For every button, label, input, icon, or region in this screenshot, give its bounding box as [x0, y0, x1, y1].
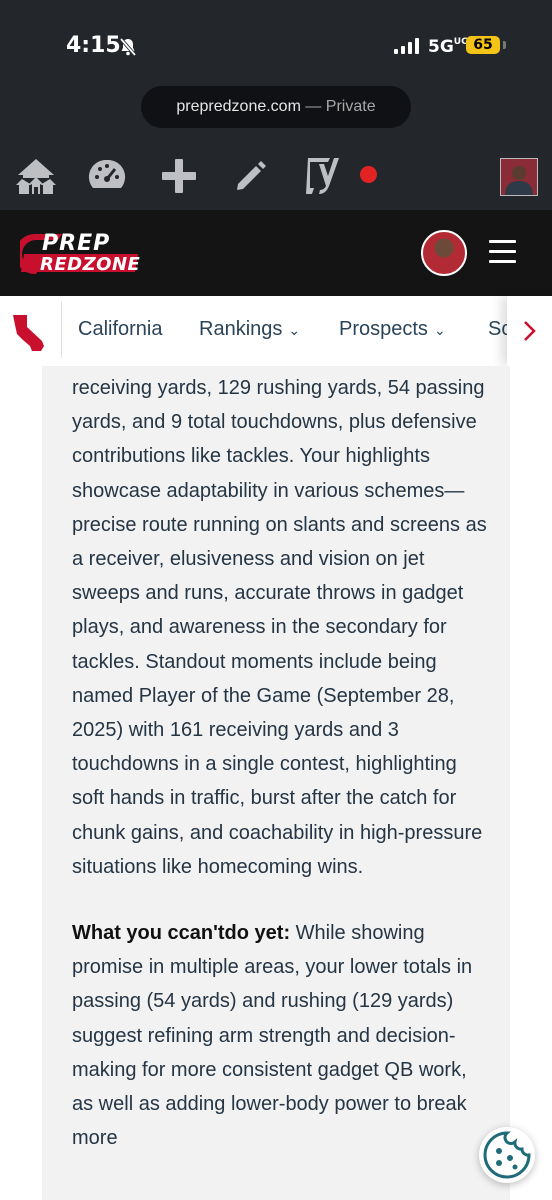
nav-item-truncated[interactable]: Sc: [488, 318, 507, 341]
cellular-signal-icon: [394, 38, 419, 54]
address-bar[interactable]: prepredzone.com — Private: [141, 86, 411, 128]
logo-redzone-text: REDZONE: [40, 254, 141, 275]
admin-toolbar: [0, 140, 552, 210]
hamburger-menu-icon[interactable]: [489, 240, 516, 270]
network-type: 5GUC: [428, 37, 468, 57]
yoast-icon[interactable]: [302, 156, 340, 196]
pencil-icon[interactable]: [234, 160, 266, 192]
chevron-down-icon: ⌄: [433, 322, 446, 338]
status-time: 4:15: [66, 33, 121, 58]
nav-item-rankings[interactable]: Rankings ⌄: [199, 318, 300, 341]
nav-item-california[interactable]: California: [78, 318, 162, 341]
admin-avatar[interactable]: [500, 158, 538, 196]
article-paragraph: receiving yards, 129 rushing yards, 54 p…: [72, 377, 487, 878]
battery-cap: [503, 41, 506, 49]
dashboard-gauge-icon[interactable]: [88, 158, 126, 192]
nav-item-prospects[interactable]: Prospects ⌄: [339, 318, 446, 341]
plus-icon[interactable]: [161, 158, 197, 194]
article-body: receiving yards, 129 rushing yards, 54 p…: [72, 371, 492, 1155]
chevron-down-icon: ⌄: [288, 322, 301, 338]
chevron-right-icon: [524, 321, 536, 341]
logo-prep-text: PREP: [42, 231, 111, 256]
california-map-icon[interactable]: [10, 313, 50, 353]
nav-divider: [61, 302, 62, 358]
url-text: prepredzone.com: [176, 98, 301, 115]
site-logo[interactable]: PREP REDZONE: [14, 231, 144, 281]
cookie-icon: [483, 1131, 531, 1179]
section-heading: What you ccan'tdo yet:: [72, 922, 291, 945]
nav-scroll-right-button[interactable]: [507, 296, 552, 366]
profile-avatar-button[interactable]: [421, 230, 467, 276]
private-mode-label: — Private: [305, 98, 376, 115]
seo-status-dot: [360, 166, 377, 183]
battery-indicator: 65: [466, 36, 500, 54]
section-body: While showing promise in multiple areas,…: [72, 922, 473, 1150]
user-avatar-icon: [501, 159, 537, 195]
cookie-settings-button[interactable]: [479, 1127, 535, 1183]
bell-muted-icon: [119, 37, 137, 57]
article-paragraph: What you ccan'tdo yet: While showing pro…: [72, 916, 492, 1155]
home-network-icon[interactable]: [14, 157, 58, 195]
